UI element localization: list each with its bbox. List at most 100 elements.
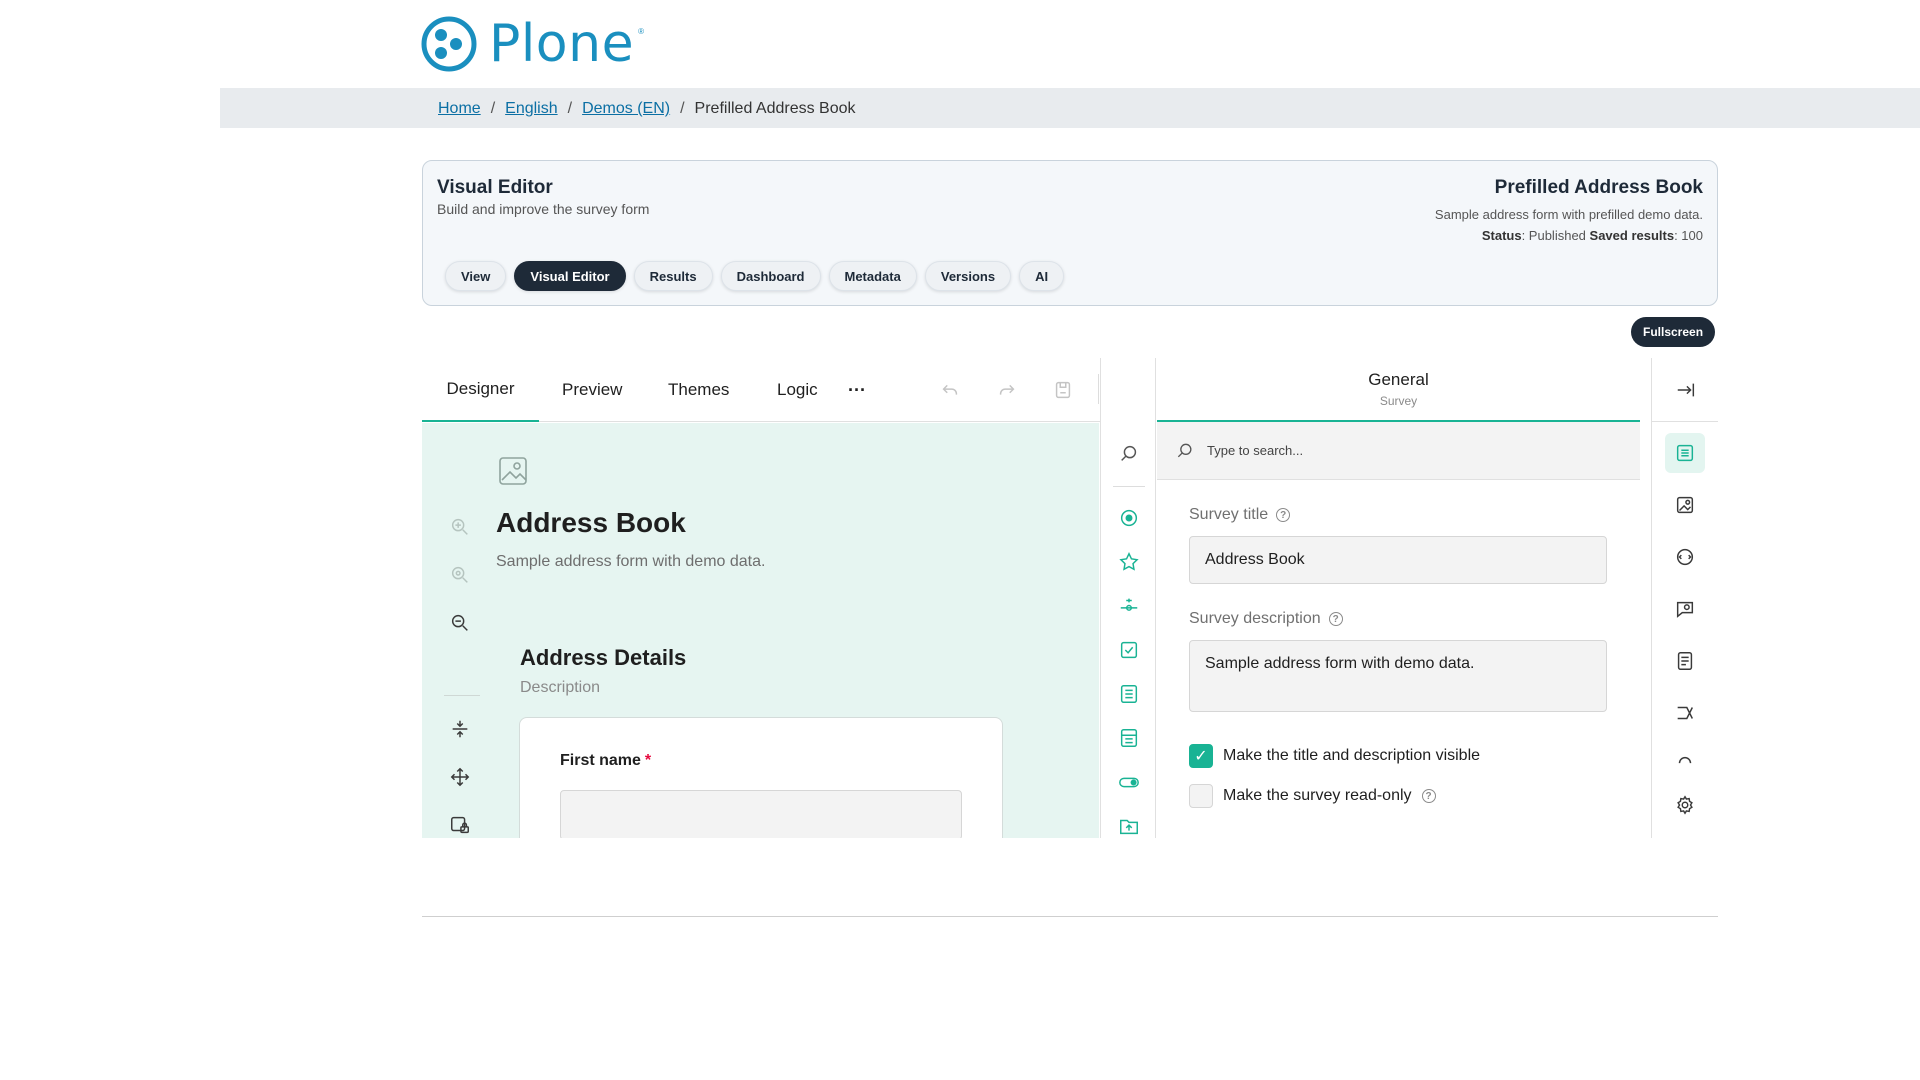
zoom-separator	[444, 695, 480, 696]
redo-icon[interactable]	[993, 376, 1021, 404]
zoom-out-icon[interactable]	[444, 607, 476, 639]
brand-name: Plone	[489, 14, 635, 74]
tab-themes[interactable]: Themes	[668, 358, 729, 422]
breadcrumb-separator: /	[567, 100, 573, 117]
status-value: : Published	[1521, 228, 1586, 243]
survey-description[interactable]: Sample address form with demo data.	[496, 553, 765, 571]
more-tabs-button[interactable]: ···	[848, 358, 866, 422]
toolbox	[1100, 358, 1156, 838]
lock-device-icon[interactable]	[444, 809, 476, 838]
plone-logo[interactable]: Plone ®	[421, 15, 644, 73]
read-only-checkbox[interactable]	[1189, 784, 1213, 808]
survey-description-input[interactable]: Sample address form with demo data.	[1189, 640, 1607, 712]
zoom-reset-icon[interactable]	[444, 559, 476, 591]
help-icon[interactable]: ?	[1421, 789, 1436, 803]
question-title[interactable]: First name *	[560, 752, 651, 770]
title-visible-checkbox[interactable]: ✓	[1189, 744, 1213, 768]
object-status: Status: Published Saved results: 100	[1435, 228, 1703, 243]
saved-results-value: : 100	[1674, 228, 1703, 243]
page-description[interactable]: Description	[520, 679, 600, 697]
toolbox-search-icon[interactable]	[1115, 440, 1143, 468]
breadcrumb-home[interactable]: Home	[438, 100, 481, 118]
boolean-toggle-icon[interactable]	[1115, 768, 1143, 796]
title-visible-label: Make the title and description visible	[1223, 747, 1481, 764]
fullscreen-button[interactable]: Fullscreen	[1631, 317, 1716, 347]
survey-logo-placeholder-icon[interactable]	[497, 455, 529, 487]
survey-description-label-text: Survey description	[1189, 610, 1321, 627]
brand-registered-mark: ®	[638, 27, 644, 36]
survey-title-input[interactable]: Address Book	[1189, 536, 1607, 584]
rating-icon[interactable]	[1115, 548, 1143, 576]
save-icon[interactable]	[1049, 376, 1077, 404]
undo-icon[interactable]	[936, 376, 964, 404]
checkbox-icon[interactable]	[1115, 636, 1143, 664]
category-logic-icon[interactable]	[1665, 693, 1705, 733]
breadcrumb-separator: /	[680, 100, 685, 117]
collapse-panel-button[interactable]	[1652, 358, 1718, 422]
toolbar-separator	[1098, 374, 1099, 404]
footer-divider	[422, 916, 1718, 917]
context-card: Visual Editor Build and improve the surv…	[422, 160, 1718, 306]
tab-logic[interactable]: Logic	[777, 358, 818, 422]
search-icon	[1177, 443, 1192, 457]
read-only-checkbox-row[interactable]: Make the survey read-only ?	[1189, 784, 1436, 808]
tab-preview[interactable]: Preview	[562, 358, 622, 422]
breadcrumb-english[interactable]: English	[505, 100, 557, 118]
slider-icon[interactable]	[1115, 592, 1143, 620]
breadcrumb-separator: /	[490, 100, 496, 117]
design-surface[interactable]: Address Book Sample address form with de…	[422, 423, 1099, 838]
context-tabs: View Visual Editor Results Dashboard Met…	[445, 261, 1065, 291]
question-title-text: First name	[560, 752, 641, 769]
file-upload-icon[interactable]	[1115, 812, 1143, 838]
object-info: Prefilled Address Book Sample address fo…	[1435, 177, 1703, 243]
radiogroup-icon[interactable]	[1115, 504, 1143, 532]
tagbox-icon[interactable]	[1115, 724, 1143, 752]
tab-designer[interactable]: Designer	[422, 358, 539, 422]
category-question-settings-icon[interactable]	[1665, 589, 1705, 629]
collapse-all-icon[interactable]	[444, 713, 476, 745]
plone-logo-icon	[421, 16, 477, 72]
tab-results[interactable]: Results	[633, 261, 713, 291]
property-search	[1157, 422, 1640, 480]
category-general-icon[interactable]	[1665, 433, 1705, 473]
zoom-in-icon[interactable]	[444, 511, 476, 543]
tab-metadata[interactable]: Metadata	[828, 261, 917, 291]
page-title[interactable]: Address Details	[520, 645, 686, 671]
question-text-input[interactable]	[560, 790, 962, 838]
category-navigation-icon[interactable]	[1665, 537, 1705, 577]
survey-title-label: Survey title ?	[1189, 506, 1291, 524]
tab-view[interactable]: View	[445, 261, 507, 291]
collapse-right-icon	[1677, 383, 1694, 396]
breadcrumb-demos[interactable]: Demos (EN)	[582, 100, 670, 118]
creator-topbar: Designer Preview Themes Logic ···	[422, 358, 1100, 422]
category-data-icon[interactable]	[1665, 745, 1705, 785]
category-pages-icon[interactable]	[1665, 641, 1705, 681]
move-icon[interactable]	[444, 761, 476, 793]
breadcrumb: Home / English / Demos (EN) / Prefilled …	[438, 100, 856, 118]
object-title: Prefilled Address Book	[1494, 177, 1703, 198]
tab-ai[interactable]: AI	[1019, 261, 1065, 291]
survey-title[interactable]: Address Book	[496, 507, 686, 539]
survey-creator: Designer Preview Themes Logic ··· Addres…	[422, 358, 1718, 838]
help-icon[interactable]: ?	[1276, 508, 1291, 522]
tab-visual-editor[interactable]: Visual Editor	[514, 261, 626, 291]
object-description: Sample address form with prefilled demo …	[1434, 207, 1703, 222]
title-visible-checkbox-row[interactable]: ✓ Make the title and description visible	[1189, 744, 1480, 768]
category-logo-icon[interactable]	[1665, 485, 1705, 525]
dropdown-icon[interactable]	[1115, 680, 1143, 708]
category-settings-gear-icon[interactable]	[1665, 785, 1705, 825]
survey-title-label-text: Survey title	[1189, 506, 1269, 523]
property-grid-header[interactable]: General Survey	[1157, 358, 1640, 422]
breadcrumb-current: Prefilled Address Book	[694, 100, 856, 117]
question-card[interactable]: First name *	[519, 717, 1003, 838]
required-mark: *	[644, 752, 652, 769]
property-category-sidebar	[1651, 358, 1718, 838]
context-title: Visual Editor	[437, 177, 553, 198]
help-icon[interactable]: ?	[1328, 612, 1343, 626]
property-grid-subtitle: Survey	[1379, 394, 1418, 408]
tab-dashboard[interactable]: Dashboard	[720, 261, 821, 291]
tab-versions[interactable]: Versions	[924, 261, 1012, 291]
status-label: Status	[1481, 228, 1522, 243]
property-search-input[interactable]	[1207, 443, 1607, 458]
context-subtitle: Build and improve the survey form	[437, 201, 650, 217]
